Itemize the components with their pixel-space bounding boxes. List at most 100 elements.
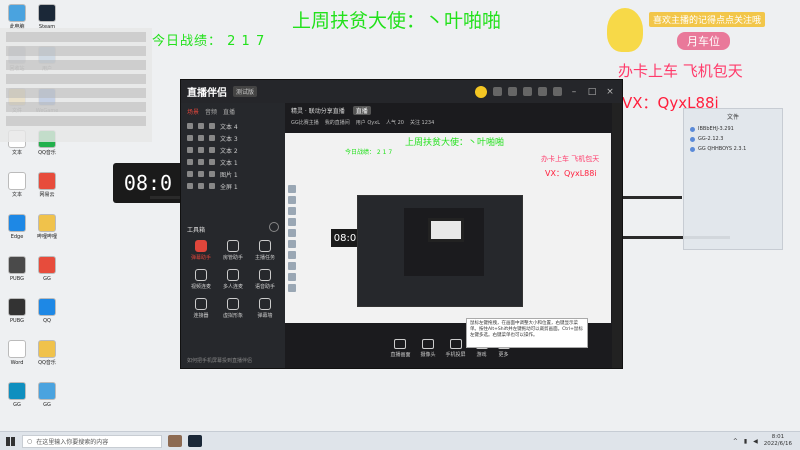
stream-tag[interactable]: 直播: [352, 105, 371, 115]
preview-desktop-icon: [288, 262, 296, 270]
eye-icon[interactable]: [187, 183, 193, 189]
tool-button[interactable]: 连接器: [185, 298, 217, 319]
lock-icon[interactable]: [198, 123, 204, 129]
cable-decoration: [150, 196, 180, 199]
desktop-icon[interactable]: GG: [2, 382, 32, 408]
desktop-icon[interactable]: QQ音乐: [32, 340, 62, 366]
app-icon: [8, 340, 26, 358]
bottom-tool-button[interactable]: 手机投屏: [446, 339, 466, 358]
right-panel-row[interactable]: GG QHHBOYS 2.3.1: [684, 144, 782, 154]
shop-icon[interactable]: [523, 87, 532, 96]
desktop-icon[interactable]: 哔哩哔哩: [32, 214, 62, 240]
volume-icon[interactable]: ◀: [753, 438, 758, 445]
desktop-icon[interactable]: Edge: [2, 214, 32, 240]
desktop-icon-label: GG: [43, 276, 51, 282]
minimize-button[interactable]: –: [568, 87, 580, 97]
tab-scene[interactable]: 场景: [187, 107, 199, 116]
gift-icon[interactable]: [493, 87, 502, 96]
desktop-icon-label: QQ音乐: [38, 360, 56, 366]
right-file-panel: 文件 IBBbEHJ-3.291 GG-2.12.3 GG QHHBOYS 2.…: [683, 108, 783, 250]
preview-week-champion: 上周扶贫大使：丶叶啪啪: [405, 138, 505, 148]
stream-info-item: 人气 20: [386, 119, 404, 126]
desktop-icon[interactable]: 网易云: [32, 172, 62, 198]
tool-button[interactable]: 语音助手: [249, 269, 281, 290]
right-panel-row[interactable]: IBBbEHJ-3.291: [684, 124, 782, 134]
taskbar-steam-icon[interactable]: [188, 435, 202, 447]
desktop-icon[interactable]: 此电脑: [2, 4, 32, 30]
eye-icon[interactable]: [187, 123, 193, 129]
start-button[interactable]: [0, 432, 20, 450]
taskbar-search[interactable]: ○ 在这里输入你要搜索的内容: [22, 434, 162, 448]
bottom-tool-label: 更多: [498, 352, 509, 358]
close-icon[interactable]: ×: [604, 87, 616, 97]
eye-icon[interactable]: [187, 159, 193, 165]
bottom-tool-button[interactable]: 直播画面: [390, 339, 410, 358]
lock-icon[interactable]: [508, 87, 517, 96]
preview-desktop-icon: [288, 196, 296, 204]
app-icon: [8, 4, 26, 22]
bell-icon[interactable]: [538, 87, 547, 96]
tool-label: 视频连麦: [190, 284, 211, 290]
source-list: 文本 4 文本 3 文本 2 文本 1 图片 1 全屏 1: [181, 120, 285, 192]
tool-button[interactable]: 虚拟形象: [217, 298, 249, 319]
avatar[interactable]: [475, 85, 487, 98]
tab-live[interactable]: 直播: [223, 107, 235, 116]
desktop-icon[interactable]: Word: [2, 340, 32, 366]
eye-icon[interactable]: [187, 135, 193, 141]
sidebar-tabs: 场景 音频 直播: [181, 103, 285, 120]
taskbar-app-icon[interactable]: [168, 435, 182, 447]
tray-clock[interactable]: 8:01 2022/6/16: [764, 434, 792, 448]
lock-icon[interactable]: [198, 147, 204, 153]
bottom-tool-label: 摄像头: [420, 352, 436, 358]
source-label: 全屏 1: [220, 183, 238, 191]
desktop-icon[interactable]: QQ: [32, 298, 62, 324]
share-icon[interactable]: [553, 87, 562, 96]
preview-nested-window-2: [404, 208, 484, 276]
tab-audio[interactable]: 音频: [205, 107, 217, 116]
tool-button[interactable]: 弹幕墙: [249, 298, 281, 319]
right-panel-row[interactable]: GG-2.12.3: [684, 134, 782, 144]
preview-vx: VX：QyxL88i: [545, 169, 597, 178]
chat-side-strip: [612, 103, 622, 368]
eye-icon[interactable]: [187, 171, 193, 177]
lock-icon[interactable]: [198, 171, 204, 177]
desktop-icon[interactable]: PUBG: [2, 256, 32, 282]
source-item[interactable]: 文本 3: [181, 132, 285, 144]
chevron-up-icon[interactable]: ^: [733, 438, 738, 445]
desktop-icon[interactable]: PUBG: [2, 298, 32, 324]
preview-clock: 08:0: [331, 229, 359, 247]
tool-button[interactable]: 视频连麦: [185, 269, 217, 290]
preview-desktop-icon: [288, 284, 296, 292]
tools-add-button[interactable]: [269, 222, 279, 232]
lock-icon[interactable]: [198, 183, 204, 189]
screen-cast-hint[interactable]: 如何把手机屏幕投到直播伴侣: [187, 357, 252, 364]
tool-button[interactable]: 多人连麦: [217, 269, 249, 290]
source-item[interactable]: 全屏 1: [181, 180, 285, 192]
text-source-icon: [209, 147, 215, 153]
desktop-icon-label: Word: [10, 360, 24, 366]
eye-icon[interactable]: [187, 147, 193, 153]
source-item[interactable]: 文本 2: [181, 144, 285, 156]
maximize-button[interactable]: □: [586, 87, 598, 97]
source-item[interactable]: 图片 1: [181, 168, 285, 180]
lock-icon[interactable]: [198, 135, 204, 141]
source-item[interactable]: 文本 4: [181, 120, 285, 132]
app-icon: [8, 172, 26, 190]
stream-info-item: GG比赛主播: [291, 119, 319, 126]
source-item[interactable]: 文本 1: [181, 156, 285, 168]
tool-button[interactable]: 房管助手: [217, 240, 249, 261]
tool-button[interactable]: 主播任务: [249, 240, 281, 261]
network-icon[interactable]: ▮: [744, 438, 747, 445]
desktop-icon[interactable]: GG: [32, 256, 62, 282]
lock-icon[interactable]: [198, 159, 204, 165]
text-source-icon: [209, 171, 215, 177]
desktop-icon[interactable]: 文本: [2, 172, 32, 198]
preview-desktop-icon: [288, 251, 296, 259]
cable-decoration: [622, 196, 682, 199]
tool-icon: [195, 240, 207, 252]
bottom-tool-button[interactable]: 摄像头: [420, 339, 436, 358]
desktop-icon[interactable]: Steam: [32, 4, 62, 30]
tool-button[interactable]: 弹幕助手: [185, 240, 217, 261]
desktop-icon[interactable]: GG: [32, 382, 62, 408]
preview-desktop-icon: [288, 185, 296, 193]
